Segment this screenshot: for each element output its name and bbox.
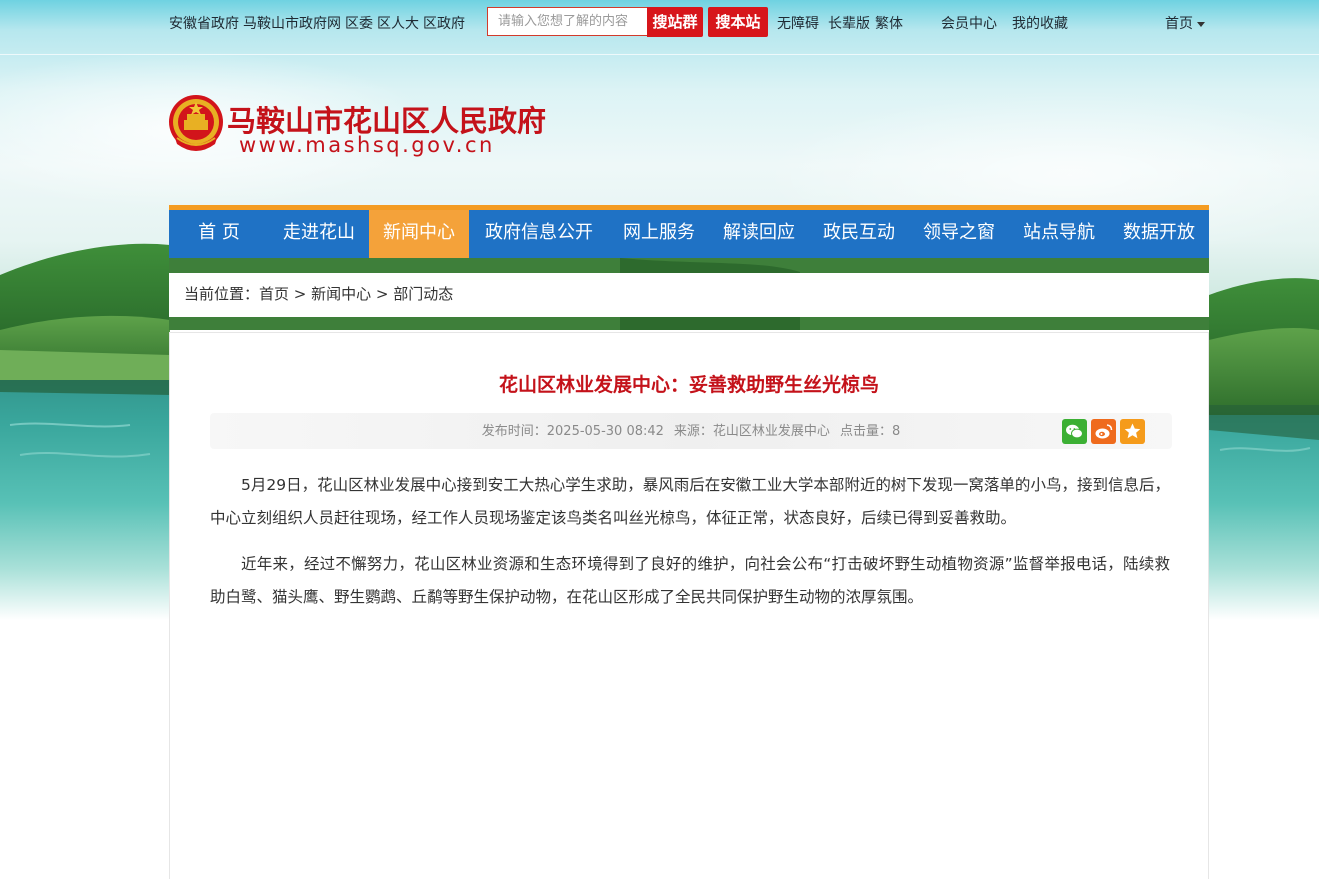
share-weibo-button[interactable]: [1091, 419, 1116, 444]
link-maanshan-gov[interactable]: 马鞍山市政府网: [243, 16, 341, 32]
favorite-star-icon: [1124, 423, 1141, 439]
article-meta-bar: 发布时间：2025-05-30 08:42 来源：花山区林业发展中心 点击量：8: [210, 413, 1172, 449]
link-district-npc[interactable]: 区人大: [377, 16, 419, 32]
nav-open-data[interactable]: 数据开放: [1109, 210, 1209, 258]
nav-public-interaction[interactable]: 政民互动: [809, 210, 909, 258]
nav-home[interactable]: 首 页: [169, 210, 269, 258]
nav-gov-info-disclosure[interactable]: 政府信息公开: [469, 210, 609, 258]
my-favorites-link[interactable]: 我的收藏: [1012, 13, 1068, 33]
search-box: [487, 7, 648, 36]
link-district-committee[interactable]: 区委: [345, 16, 373, 32]
article-source: 来源：花山区林业发展中心: [673, 424, 830, 439]
nav-news-center[interactable]: 新闻中心: [369, 210, 469, 258]
weibo-icon: [1095, 424, 1113, 439]
nav-online-services[interactable]: 网上服务: [609, 210, 709, 258]
main-nav: 首 页 走进花山 新闻中心 政府信息公开 网上服务 解读回应 政民互动 领导之窗…: [169, 205, 1209, 258]
nav-about-huashan[interactable]: 走进花山: [269, 210, 369, 258]
traditional-chinese-link[interactable]: 繁体: [875, 13, 903, 33]
publish-time: 发布时间：2025-05-30 08:42: [481, 424, 664, 439]
home-dropdown[interactable]: 首页: [1165, 13, 1205, 33]
member-center-link[interactable]: 会员中心: [941, 13, 997, 33]
nav-interpretation-response[interactable]: 解读回应: [709, 210, 809, 258]
search-site-group-button[interactable]: 搜站群: [647, 7, 703, 37]
article-panel: 花山区林业发展中心：妥善救助野生丝光椋鸟 发布时间：2025-05-30 08:…: [169, 332, 1209, 879]
logo-url-text: www.mashsq.gov.cn: [239, 133, 495, 157]
article-meta-text: 发布时间：2025-05-30 08:42 来源：花山区林业发展中心 点击量：8: [210, 413, 1172, 450]
article-paragraph: 5月29日，花山区林业发展中心接到安工大热心学生求助，暴风雨后在安徽工业大学本部…: [210, 476, 1170, 527]
caret-down-icon: [1197, 21, 1205, 27]
nav-leaders-window[interactable]: 领导之窗: [909, 210, 1009, 258]
top-bar: 安徽省政府马鞍山市政府网区委区人大区政府 搜站群 搜本站 无障碍 长辈版 繁体 …: [0, 0, 1319, 55]
nav-site-navigation[interactable]: 站点导航: [1009, 210, 1109, 258]
wechat-icon: [1066, 424, 1083, 439]
article-paragraph: 近年来，经过不懈努力，花山区林业资源和生态环境得到了良好的维护，向社会公布“打击…: [210, 555, 1170, 606]
article-title: 花山区林业发展中心：妥善救助野生丝光椋鸟: [498, 374, 879, 396]
home-dropdown-label: 首页: [1165, 16, 1193, 32]
breadcrumb: 当前位置：首页 > 新闻中心 > 部门动态: [169, 273, 1209, 317]
search-this-site-button[interactable]: 搜本站: [708, 7, 768, 37]
link-anhui-gov[interactable]: 安徽省政府: [169, 16, 239, 32]
click-count: 点击量：8: [839, 424, 901, 439]
share-wechat-button[interactable]: [1062, 419, 1087, 444]
link-district-gov[interactable]: 区政府: [423, 16, 465, 32]
national-emblem-icon: [169, 95, 223, 151]
accessibility-link[interactable]: 无障碍: [777, 13, 819, 33]
elder-version-link[interactable]: 长辈版: [828, 13, 870, 33]
add-favorite-button[interactable]: [1120, 419, 1145, 444]
top-links: 安徽省政府 马鞍山市政府网 区委 区人大 区政府: [169, 13, 469, 33]
search-input[interactable]: [488, 8, 648, 35]
